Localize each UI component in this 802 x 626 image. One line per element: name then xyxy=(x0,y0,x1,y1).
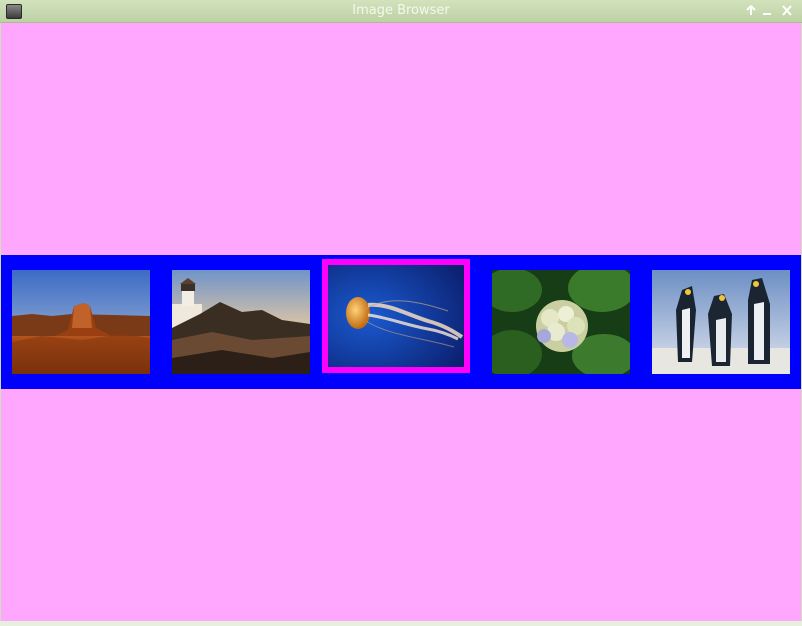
maximize-button[interactable] xyxy=(743,2,759,20)
close-icon xyxy=(782,5,792,16)
minimize-icon xyxy=(763,13,771,15)
thumbnail-strip[interactable] xyxy=(1,255,801,389)
hydrangea-image xyxy=(492,270,630,374)
window-bottom-edge xyxy=(0,621,802,626)
penguins-image xyxy=(652,270,790,374)
browser-canvas[interactable] xyxy=(1,23,801,621)
thumbnail-penguins[interactable] xyxy=(652,270,790,374)
thumbnail-desert[interactable] xyxy=(12,270,150,374)
thumbnail-jellyfish[interactable] xyxy=(322,259,470,373)
jellyfish-image xyxy=(328,265,464,367)
thumbnail-hydrangea[interactable] xyxy=(492,270,630,374)
title-bar[interactable]: Image Browser xyxy=(0,0,802,23)
lighthouse-image xyxy=(172,270,310,374)
desert-image xyxy=(12,270,150,374)
image-browser-window: Image Browser xyxy=(0,0,802,626)
window-title: Image Browser xyxy=(352,3,450,18)
close-button[interactable] xyxy=(779,2,795,20)
minimize-button[interactable] xyxy=(759,2,775,20)
thumbnail-lighthouse[interactable] xyxy=(172,270,310,374)
arrow-up-icon xyxy=(746,5,756,15)
